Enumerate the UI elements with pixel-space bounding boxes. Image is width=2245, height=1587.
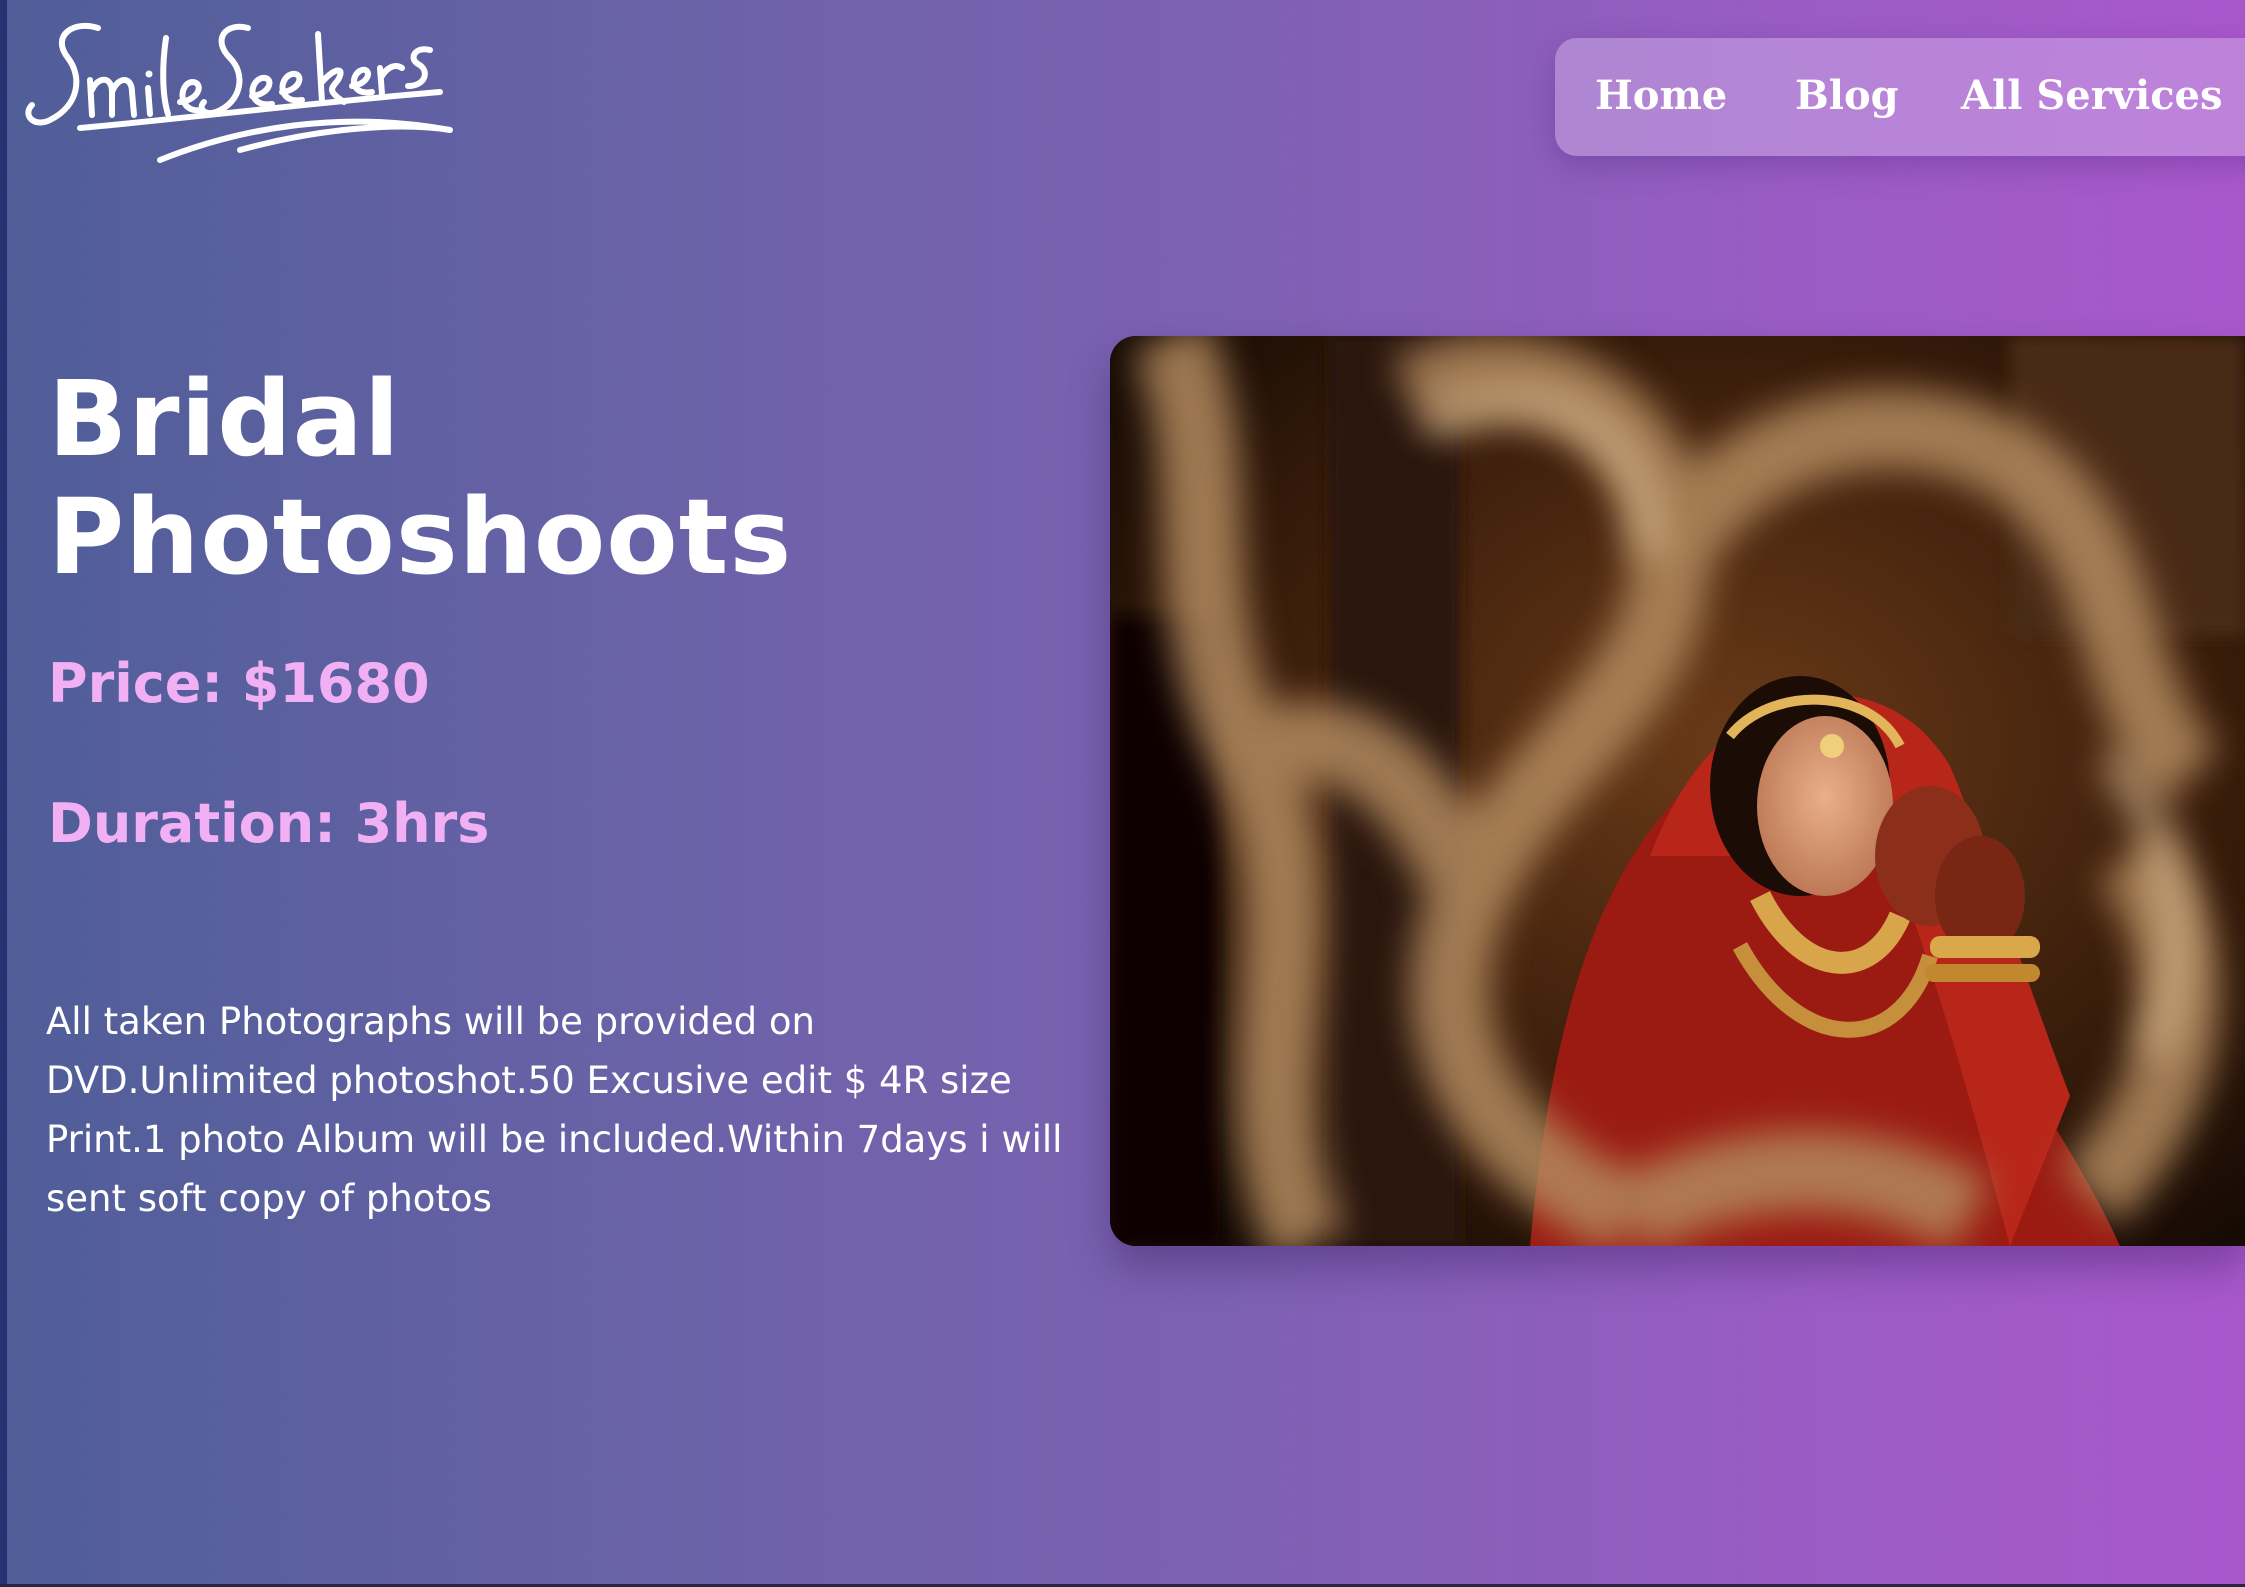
nav-link-home[interactable]: Home: [1595, 72, 1727, 119]
service-title: Bridal Photoshoots: [48, 358, 793, 598]
service-duration: Duration: 3hrs: [48, 792, 490, 855]
main-navigation: Home Blog All Services: [1555, 38, 2245, 156]
bridal-photo: [1110, 336, 2245, 1246]
bridal-photo-illustration: [1110, 336, 2245, 1246]
nav-link-blog[interactable]: Blog: [1795, 72, 1899, 119]
service-description: All taken Photographs will be provided o…: [46, 1000, 1063, 1220]
nav-link-all-services[interactable]: All Services: [1961, 72, 2223, 119]
site-logo[interactable]: [20, 10, 460, 185]
signature-logo-graphic: [25, 22, 453, 163]
page-left-border: [0, 0, 7, 1587]
service-price: Price: $1680: [48, 652, 430, 715]
